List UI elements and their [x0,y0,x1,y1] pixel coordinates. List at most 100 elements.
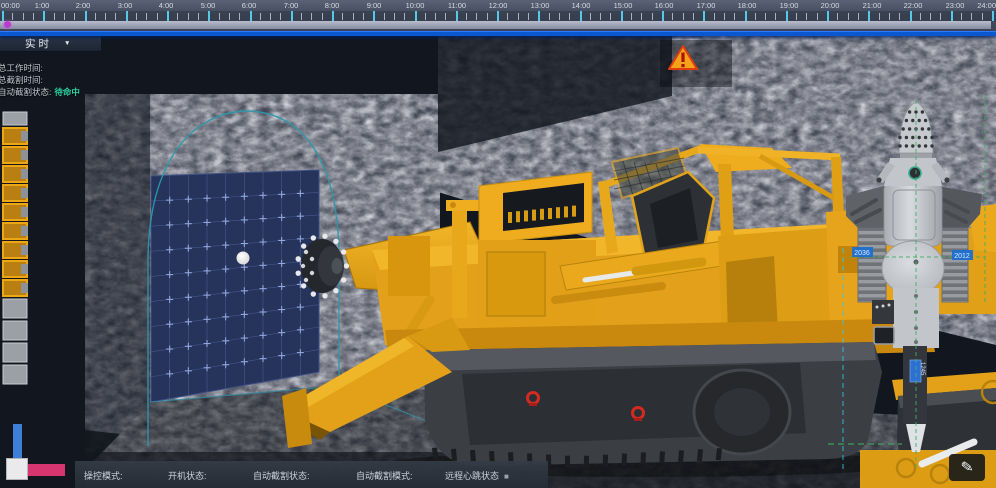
status-row: 总工作时间: [0,62,80,74]
bottom-status-bar: 操控模式:开机状态:自动截割状态:自动截割模式:远程心跳状态■ [75,461,548,488]
timeline-hour-label: 16:00 [655,1,674,10]
timeline-minor-tick [239,13,240,20]
status-label: 自动截割状态: [0,87,51,97]
rig-sensor-eye [909,167,921,179]
timeline-minor-tick [311,13,312,20]
bottom-bar-label: 远程心跳状态■ [445,469,509,482]
timeline-minor-tick [54,13,55,20]
timeline-hour-tick [126,11,128,21]
timeline-minor-tick [157,13,158,20]
timeline-minor-tick [394,13,395,20]
timeline-hour-label: 4:00 [159,1,174,10]
timeline-minor-tick [136,13,137,20]
time-mode-label: 实时 [25,36,52,51]
timeline-hour-tick [703,11,705,21]
timeline-minor-tick [342,13,343,20]
timeline-hour-label: 12:00 [489,1,508,10]
timeline-hour-label: 18:00 [738,1,757,10]
timeline-accent-line [0,31,996,36]
timeline-minor-tick [920,13,921,20]
status-row: 总截割时间: [0,74,80,86]
timeline-minor-tick [569,13,570,20]
timeline-hour-tick [85,11,87,21]
bottom-bar-label: 自动截割模式: [356,469,413,482]
annotation-pen-button[interactable]: ✎ [949,454,985,481]
timeline-minor-tick [95,13,96,20]
timeline-minor-tick [817,13,818,20]
timeline-hour-label: 9:00 [367,1,382,10]
timeline-minor-tick [693,13,694,20]
timeline-minor-tick [775,13,776,20]
status-label: 总截割时间: [0,75,43,85]
timeline-minor-tick [982,13,983,20]
timeline-hour-label: 1:00 [35,1,50,10]
timeline-minor-tick [146,13,147,20]
timeline-minor-tick [714,13,715,20]
timeline-minor-tick [858,13,859,20]
timeline-hour-tick [497,11,499,21]
time-mode-dropdown[interactable]: 实时 ▼ [0,35,101,52]
timeline-hour-tick [868,11,870,21]
timeline-minor-tick [115,13,116,20]
timeline-minor-tick [229,13,230,20]
timeline-hour-tick [456,11,458,21]
timeline-hour-tick [373,11,375,21]
timeline-minor-tick [631,13,632,20]
timeline-hour-label: 23:00 [946,1,965,10]
timeline-minor-tick [600,13,601,20]
timeline-hour-tick [910,11,912,21]
status-row: 自动截割状态:待命中 [0,86,80,98]
timeline-minor-tick [445,13,446,20]
timeline-minor-tick [74,13,75,20]
bottom-bar-label: 开机状态: [168,469,207,482]
timeline-hour-label: 2:00 [76,1,91,10]
timeline-hour-tick [951,11,953,21]
tunnel-3d-viewport[interactable]: 1245 2036 2012 [0,0,996,488]
timeline-hour-tick [580,11,582,21]
status-value: 待命中 [54,87,80,97]
timeline-minor-tick [961,13,962,20]
alert-warning-area[interactable] [660,40,732,87]
timeline-minor-tick [899,13,900,20]
timeline-hour-tick [291,11,293,21]
timeline-minor-tick [755,13,756,20]
timeline-hour-label: 24:00 [977,1,996,10]
timeline-hour-label: 19:00 [780,1,799,10]
timeline-scrubber[interactable]: 00:001:002:003:004:005:006:007:008:009:0… [0,0,996,35]
timeline-tick-ruler[interactable] [0,11,996,21]
timeline-hour-label: 10:00 [406,1,425,10]
rig-badge-left: 2036 [854,250,870,257]
timeline-minor-tick [301,13,302,20]
timeline-hour-label: 17:00 [697,1,716,10]
heartbeat-indicator-icon: ■ [504,472,509,481]
timeline-playhead[interactable] [4,21,11,28]
timeline-hour-label: 7:00 [284,1,299,10]
timeline-hour-tick [208,11,210,21]
timeline-range-band[interactable] [0,21,991,29]
timeline-hour-label: 5:00 [201,1,216,10]
warning-icon[interactable] [668,44,698,71]
timeline-hour-tick [621,11,623,21]
timeline-hour-label: 22:00 [904,1,923,10]
timeline-minor-tick [641,13,642,20]
timeline-minor-tick [260,13,261,20]
timeline-hour-tick [2,11,4,21]
timeline-minor-tick [219,13,220,20]
timeline-minor-tick [889,13,890,20]
timeline-minor-tick [322,13,323,20]
timeline-minor-tick [487,13,488,20]
status-label: 总工作时间: [0,63,43,73]
timeline-minor-tick [971,13,972,20]
timeline-minor-tick [549,13,550,20]
timeline-minor-tick [734,13,735,20]
timeline-hour-tick [827,11,829,21]
remote-monitoring-screen: 1245 2036 2012 00:001:002:003:004:005:00… [0,0,996,488]
timeline-minor-tick [280,13,281,20]
timeline-minor-tick [848,13,849,20]
timeline-minor-tick [507,13,508,20]
timeline-hour-label: 14:00 [572,1,591,10]
timeline-minor-tick [384,13,385,20]
svg-text:1245: 1245 [919,362,925,376]
timeline-hour-tick [538,11,540,21]
timeline-minor-tick [528,13,529,20]
